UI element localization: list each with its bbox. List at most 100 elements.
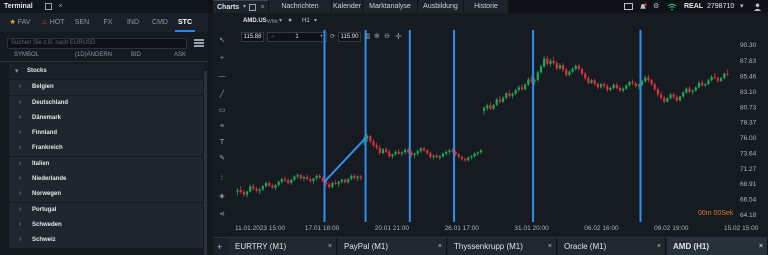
menu-historie[interactable]: Historie [463,0,508,13]
bell-icon[interactable] [639,3,647,10]
candle-body [318,175,321,178]
chart-tab-eurtry[interactable]: EURTRY (M1) × [229,238,337,255]
tab-hot[interactable]: ♨ HOT [38,13,68,32]
list-group-stocks[interactable]: ▾ Stocks [9,64,203,79]
candle-body [283,179,287,181]
candle-body [419,148,422,152]
list-item-label: Portugal [32,207,57,213]
close-icon[interactable]: × [548,238,552,255]
list-item-label: Schweiz [32,237,56,243]
account-number: 2798710 [707,3,735,10]
candle-body [707,80,710,85]
menu-nachrichten[interactable]: Nachrichten [268,0,331,13]
candle-body [315,175,318,179]
candle-body [685,88,688,93]
list-item-belgien[interactable]: › Belgien [9,80,203,95]
tab-fav[interactable]: ★ FAV [7,13,33,32]
list-item-portugal[interactable]: › Portugal [9,203,203,218]
candle-body [574,65,577,70]
candle-body [375,145,378,148]
candle-body [615,84,618,88]
charts-window-tab[interactable]: Charts ▾ × [213,0,268,13]
x-tick-label: 17.01 18:00 [305,225,340,232]
candle-body [438,156,441,158]
candle-body [464,158,467,161]
candle-body [334,182,337,184]
user-icon[interactable] [753,3,762,11]
tab-cmd[interactable]: CMD [149,13,171,32]
tab-stc[interactable]: STC [175,13,195,32]
candle-body [280,179,283,182]
candle-body [350,175,353,180]
candle-body [634,83,637,87]
close-icon[interactable]: × [759,238,763,255]
list-group-label: Stocks [27,68,47,74]
list-item-niederlande[interactable]: › Niederlande [9,172,203,187]
chart-tab-thyssenkrupp[interactable]: Thyssenkrupp (M1) × [448,238,557,255]
chevron-down-icon[interactable]: ▾ [740,3,744,10]
close-icon[interactable]: × [328,238,332,255]
candle-body [561,65,565,70]
maximize-icon[interactable] [249,4,256,11]
close-icon[interactable]: × [657,238,661,255]
chevron-down-icon: ▾ [15,68,19,75]
list-item-italien[interactable]: › Italien [9,157,203,172]
list-item-daenemark[interactable]: › Dänemark [9,111,203,126]
menu-marktanalyse[interactable]: Marktanalyse [362,0,417,13]
candle-body [640,81,644,85]
close-icon[interactable]: × [259,4,266,11]
candle-body [328,184,331,187]
chart-tab-label: Thyssenkrupp (M1) [454,242,523,251]
chart-tab-amd[interactable]: AMD (H1) × [667,238,768,255]
list-scrollbar[interactable] [204,71,207,255]
close-icon[interactable]: × [438,238,442,255]
add-chart-icon[interactable]: + [217,238,222,255]
chevron-right-icon: › [19,221,22,228]
x-tick-label: 31.01 20:00 [514,225,549,232]
candle-body [460,156,464,159]
column-bid: BID [131,52,142,58]
chevron-right-icon: › [19,175,22,182]
chevron-down-icon[interactable]: ▾ [241,4,248,11]
list-item-schweden[interactable]: › Schweden [9,218,203,233]
list-item-finnland[interactable]: › Finnland [9,126,203,141]
candle-body [587,78,590,83]
list-item-label: Frankreich [32,145,63,151]
chart-tab-oracle[interactable]: Oracle (M1) × [558,238,666,255]
list-item-schweiz[interactable]: › Schweiz [9,233,203,248]
list-item-norwegen[interactable]: › Norwegen [9,187,203,202]
search-input[interactable]: Suchen Sie z.B. nach EURUSD [7,38,187,49]
candle-body [498,99,501,102]
menu-kalender[interactable]: Kalender [331,0,362,13]
settings-icon[interactable]: ⚙ [653,3,662,10]
monitor-icon[interactable] [624,3,633,10]
candle-body [520,87,524,90]
candle-body [647,77,650,81]
tab-fx[interactable]: FX [100,13,116,32]
candle-body [435,155,438,158]
menu-ausbildung[interactable]: Ausbildung [417,0,463,13]
candle-body [663,97,666,102]
candle-body [305,177,309,180]
list-item-frankreich[interactable]: › Frankreich [9,141,203,156]
candle-body [599,84,603,88]
signal-icon [667,3,677,11]
candle-body [618,87,622,91]
y-tick-label: 71.27 [740,166,757,173]
chart-tab-paypal[interactable]: PayPal (M1) × [338,238,447,255]
tab-ind[interactable]: IND [123,13,143,32]
grid-view-icon[interactable] [194,38,204,48]
chevron-right-icon: › [19,206,22,213]
close-icon[interactable]: × [57,3,64,10]
candle-body [596,84,599,88]
candle-body [309,179,312,182]
candle-body [356,176,359,178]
list-item-deutschland[interactable]: › Deutschland [9,96,203,111]
price-chart[interactable]: 90.30 87.83 85.46 83.10 80.73 78.37 76.00 73.64… [213,13,768,237]
candle-body [467,157,470,161]
candle-body [287,180,290,183]
maximize-icon[interactable] [45,3,52,10]
y-tick-label: 76.00 [740,135,757,142]
candle-body [486,105,489,109]
tab-sen[interactable]: SEN [72,13,92,32]
